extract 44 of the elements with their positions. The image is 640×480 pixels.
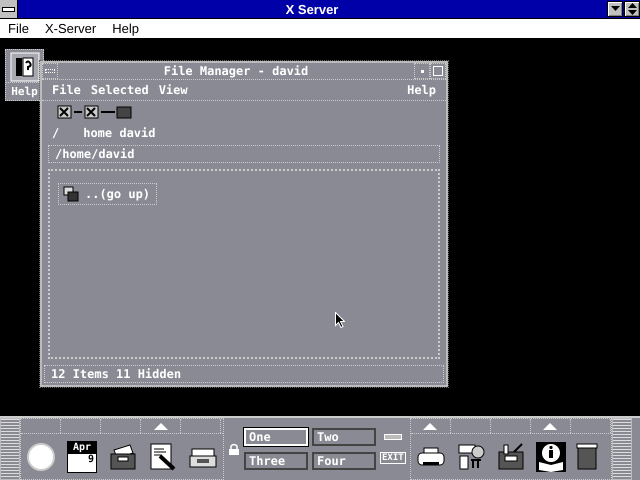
menu-item[interactable]: Selected xyxy=(90,83,149,97)
path-field[interactable]: /home/david xyxy=(48,145,440,163)
path-label[interactable]: / xyxy=(52,126,60,140)
panel-handle[interactable] xyxy=(612,418,632,480)
folder-icon xyxy=(63,186,79,202)
workspace-button[interactable]: Two xyxy=(312,428,376,446)
window-title: X Server xyxy=(284,2,340,16)
menu-item[interactable]: X-Server xyxy=(40,21,100,36)
up-arrow-icon xyxy=(154,422,168,430)
info-book-icon[interactable] xyxy=(536,442,566,472)
menu-item[interactable]: Help xyxy=(108,21,143,36)
up-arrow-icon xyxy=(423,422,438,430)
calendar-icon[interactable]: Apr 9 xyxy=(67,440,97,472)
panel-handle[interactable] xyxy=(0,418,20,480)
book-icon[interactable] xyxy=(10,52,40,82)
lock-icon[interactable] xyxy=(228,443,240,455)
down-arrow-icon xyxy=(610,6,620,12)
mouse-pointer-icon xyxy=(335,312,345,328)
palette-and-keyboard-icon[interactable] xyxy=(456,442,486,472)
window-menu-button[interactable] xyxy=(42,63,58,79)
status-bar: 12 Items 11 Hidden xyxy=(44,365,444,383)
system-menu-button[interactable] xyxy=(0,0,18,18)
menu-item[interactable]: File xyxy=(4,21,33,36)
up-down-arrow-icon xyxy=(628,3,636,15)
trash-can-icon[interactable] xyxy=(576,442,598,470)
minimize-button[interactable] xyxy=(607,1,623,17)
workspace-button[interactable]: Four xyxy=(312,452,376,470)
exit-button[interactable]: EXIT xyxy=(380,452,406,464)
busy-light-icon xyxy=(384,434,402,440)
path-drawing[interactable] xyxy=(57,105,133,119)
workspace-button[interactable]: One xyxy=(244,428,308,446)
up-arrow-icon xyxy=(543,422,558,430)
pencil-and-paper-icon[interactable] xyxy=(148,442,178,472)
window-title: File Manager - david xyxy=(162,63,310,79)
menu-item[interactable]: View xyxy=(158,83,188,97)
menu-item[interactable]: Help xyxy=(407,83,436,97)
path-label[interactable]: home david xyxy=(83,126,156,140)
menu-item[interactable]: File xyxy=(52,83,81,97)
maximize-button[interactable] xyxy=(624,1,640,17)
file-drawer-icon[interactable] xyxy=(108,442,138,472)
parent-folder-entry[interactable]: ..(go up) xyxy=(58,183,158,205)
clock-icon[interactable] xyxy=(26,442,56,472)
desk-organizer-icon[interactable] xyxy=(496,442,526,472)
workspace-button[interactable]: Three xyxy=(244,452,308,470)
